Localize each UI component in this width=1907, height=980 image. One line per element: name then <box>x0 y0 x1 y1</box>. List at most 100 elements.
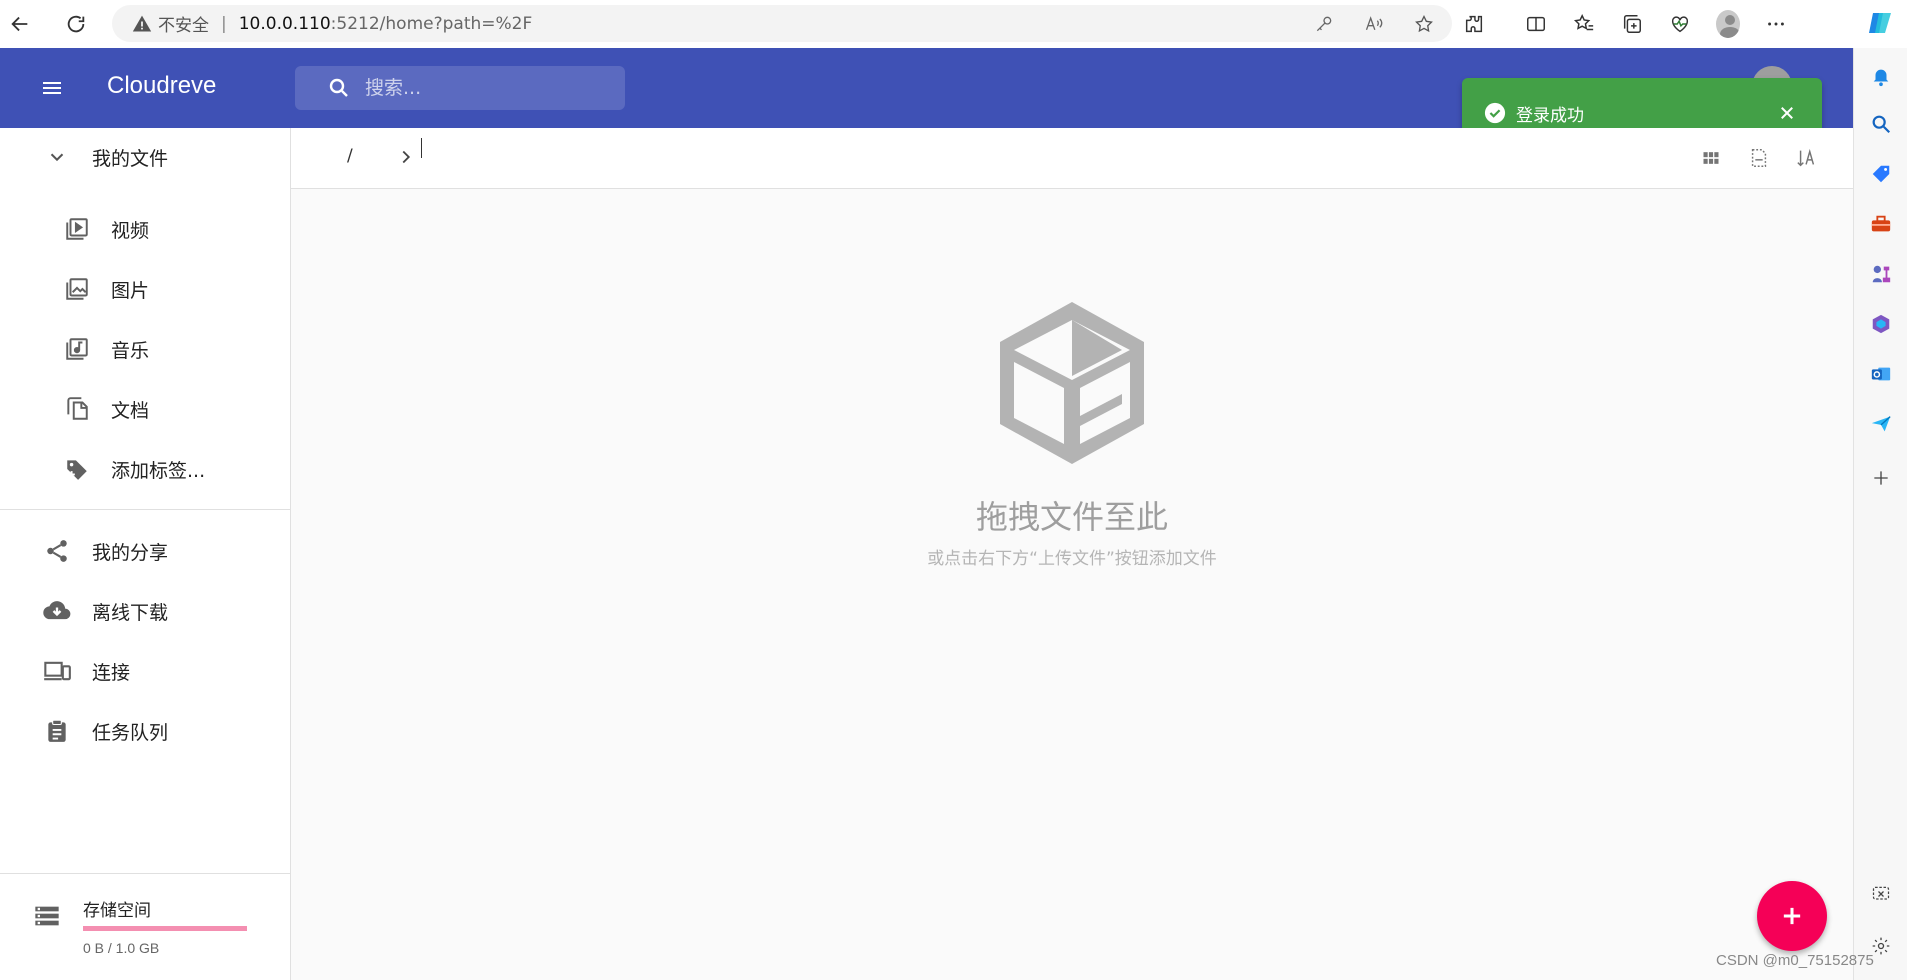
app-title[interactable]: Cloudreve <box>107 72 216 100</box>
storage-title: 存储空间 <box>83 901 151 921</box>
browser-sidebar <box>1853 48 1907 980</box>
drawer-item-offline-download[interactable]: 离线下载 <box>0 587 290 635</box>
back-button[interactable] <box>0 4 40 44</box>
url-host: 10.0.0.110 <box>238 13 331 34</box>
chevron-down-icon[interactable] <box>42 142 72 172</box>
outlook-icon[interactable] <box>1869 362 1893 386</box>
search-input[interactable] <box>365 72 615 104</box>
collections-button[interactable] <box>1620 12 1644 36</box>
drawer-item-videos[interactable]: 视频 <box>0 205 290 253</box>
photo-library-icon <box>62 274 92 304</box>
close-icon <box>1781 107 1793 119</box>
drawer-item-label: 音乐 <box>111 339 150 362</box>
search-box[interactable] <box>295 66 625 110</box>
text-cursor <box>421 138 422 158</box>
video-library-icon <box>62 214 92 244</box>
drawer-item-music[interactable]: 音乐 <box>0 325 290 373</box>
address-separator: | <box>221 13 227 34</box>
task-clipboard-icon <box>42 716 72 746</box>
drawer-item-my-files[interactable]: 我的文件 <box>0 133 290 181</box>
upload-fab-button[interactable] <box>1757 881 1827 951</box>
path-toolbar: / <box>291 128 1853 189</box>
file-dashed-icon <box>1751 149 1767 167</box>
drawer-item-label: 任务队列 <box>92 721 169 744</box>
drawer-item-add-tag[interactable]: 添加标签... <box>0 445 290 493</box>
extensions-button[interactable] <box>1462 12 1486 36</box>
storage-usage: 0 B / 1.0 GB <box>83 940 160 956</box>
browser-tools <box>1462 6 1788 42</box>
grid-view-icon <box>1703 152 1719 164</box>
refresh-icon <box>67 15 85 33</box>
empty-state: 拖拽文件至此 或点击右下方“上传文件”按钮添加文件 <box>291 298 1853 569</box>
drawer-item-documents[interactable]: 文档 <box>0 385 290 433</box>
drawer-item-label: 添加标签... <box>111 459 206 482</box>
games-chess-icon[interactable] <box>1869 262 1893 286</box>
refresh-button[interactable] <box>56 4 96 44</box>
warning-icon <box>132 15 152 31</box>
more-dots-icon <box>1768 22 1784 26</box>
add-sidebar-app-icon[interactable] <box>1869 466 1893 490</box>
split-screen-button[interactable] <box>1524 12 1548 36</box>
split-screen-icon <box>1527 16 1545 32</box>
drawer-item-pictures[interactable]: 图片 <box>0 265 290 313</box>
empty-state-title: 拖拽文件至此 <box>975 498 1168 536</box>
chevron-right-icon[interactable] <box>395 146 417 168</box>
drawer-item-label: 我的分享 <box>92 541 169 564</box>
file-select-button[interactable] <box>1747 146 1771 170</box>
collections-icon <box>1623 15 1641 33</box>
breadcrumb-root[interactable]: / <box>347 146 353 166</box>
profile-button[interactable] <box>1716 10 1740 38</box>
storage-icon <box>35 906 59 926</box>
drawer-item-label: 连接 <box>92 661 131 684</box>
toast-message: 登录成功 <box>1516 106 1584 126</box>
toolbox-icon[interactable] <box>1869 212 1893 236</box>
drawer-item-label: 文档 <box>111 399 150 422</box>
cloud-download-icon <box>42 596 72 626</box>
address-bar[interactable]: 不安全 | 10.0.0.110 :5212/home?path=%2F <box>112 5 1452 42</box>
file-explorer: / 拖拽文件至此 或点击右下方“上传文件”按钮添加文件 <box>291 128 1853 980</box>
storage-panel: 存储空间 0 B / 1.0 GB <box>0 873 290 980</box>
send-plane-icon[interactable] <box>1869 412 1893 436</box>
drawer-item-my-shares[interactable]: 我的分享 <box>0 527 290 575</box>
drawer-item-connections[interactable]: 连接 <box>0 647 290 695</box>
drawer-item-label: 离线下载 <box>92 601 169 624</box>
screenshot-capture-icon[interactable] <box>1869 882 1893 906</box>
browser-toolbar: 不安全 | 10.0.0.110 :5212/home?path=%2F <box>0 0 1907 48</box>
music-library-icon <box>62 334 92 364</box>
url-path: :5212/home?path=%2F <box>330 13 533 34</box>
notifications-bell-icon[interactable] <box>1869 64 1893 88</box>
key-icon[interactable] <box>1314 14 1334 34</box>
package-box-icon <box>1000 302 1144 464</box>
sort-button[interactable] <box>1795 146 1819 170</box>
microsoft-365-icon[interactable] <box>1869 312 1893 336</box>
read-aloud-icon[interactable] <box>1364 14 1384 34</box>
documents-icon <box>62 394 92 424</box>
drawer-item-label: 图片 <box>111 279 150 302</box>
favorites-button[interactable] <box>1572 12 1596 36</box>
puzzle-icon <box>1465 15 1483 33</box>
more-options-button[interactable] <box>1764 12 1788 36</box>
address-actions <box>1314 5 1434 42</box>
drawer-item-task-queue[interactable]: 任务队列 <box>0 707 290 755</box>
toast-close-button[interactable] <box>1774 100 1800 126</box>
sidebar-search-icon[interactable] <box>1869 112 1893 136</box>
browser-essentials-button[interactable] <box>1668 12 1692 36</box>
security-indicator[interactable]: 不安全 <box>132 11 209 36</box>
navigation-drawer: 我的文件 视频 图片 音乐 文档 添加标签... 我的分享 离线下载 连接 任务… <box>0 128 291 980</box>
storage-progress-bar <box>83 926 247 931</box>
devices-icon <box>42 656 72 686</box>
menu-button[interactable] <box>32 68 72 108</box>
grid-view-button[interactable] <box>1699 146 1723 170</box>
add-plus-icon <box>1783 907 1801 925</box>
heart-pulse-icon <box>1671 16 1689 33</box>
drawer-item-label: 视频 <box>111 219 150 242</box>
favorite-star-icon[interactable] <box>1414 14 1434 34</box>
add-tag-icon <box>62 454 92 484</box>
copilot-icon[interactable] <box>1867 9 1895 37</box>
view-options <box>1699 146 1819 170</box>
hamburger-menu-icon <box>43 82 61 94</box>
drawer-item-label: 我的文件 <box>92 147 169 170</box>
drawer-divider <box>0 509 290 510</box>
share-icon <box>42 536 72 566</box>
shopping-tag-icon[interactable] <box>1869 162 1893 186</box>
